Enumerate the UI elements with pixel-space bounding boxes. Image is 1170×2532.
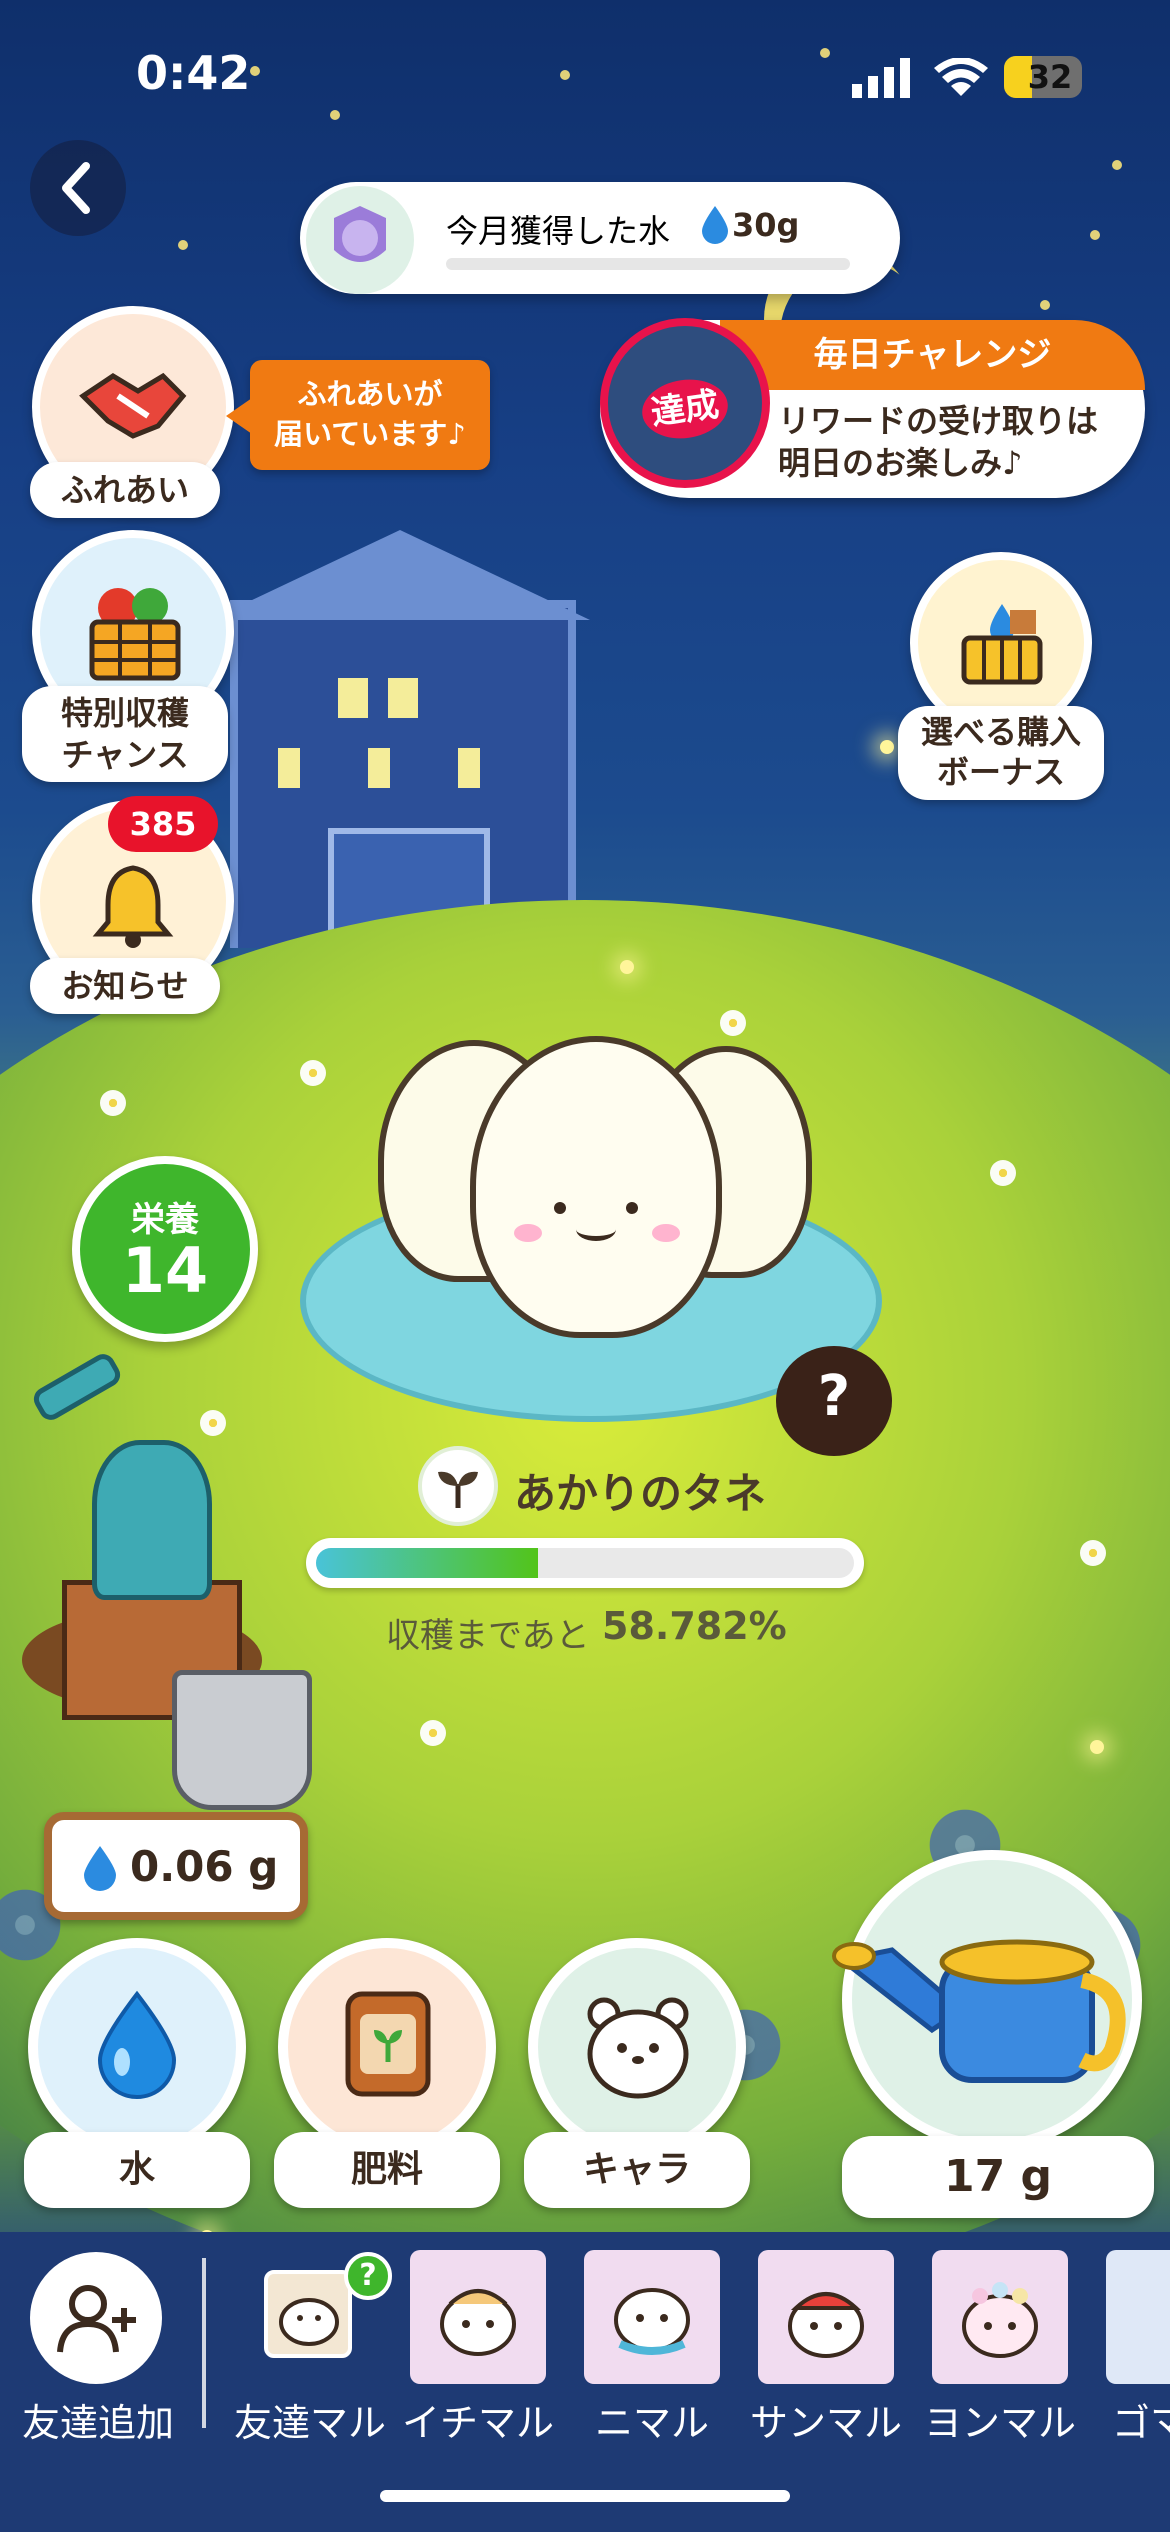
barn-roof (210, 530, 590, 620)
add-friend-button[interactable] (30, 2252, 162, 2384)
character-gomaru[interactable] (1106, 2250, 1170, 2384)
water-button[interactable] (28, 1938, 246, 2156)
achieved-stamp: 達成 (638, 374, 732, 444)
add-friend-label: 友達追加 (21, 2401, 174, 2445)
watering-can-icon (832, 1939, 1126, 2083)
star-decoration (250, 66, 260, 76)
seed-character-main[interactable] (470, 1036, 722, 1338)
character-label[interactable]: キャラ (524, 2132, 750, 2208)
water-pump-decoration[interactable] (22, 1349, 322, 1810)
hamster-icon (962, 2282, 1038, 2358)
star-decoration (1040, 300, 1050, 310)
star-decoration (1090, 230, 1100, 240)
watering-can-button[interactable] (832, 1850, 1142, 2150)
crest-icon (306, 186, 414, 294)
flower-decoration (1080, 1540, 1106, 1566)
mystery-character[interactable]: ? (776, 1346, 892, 1456)
status-time: 0:42 (136, 46, 251, 100)
home-indicator (380, 2490, 790, 2502)
challenge-jar-icon: 達成 (600, 318, 770, 488)
harvest-remaining-value: 58.782% (602, 1604, 787, 1648)
harvest-progress-fill (316, 1548, 538, 1578)
character-ichimaru-label: イチマル (401, 2401, 554, 2445)
character-yonmaru-label: ヨンマル (923, 2401, 1076, 2445)
nutrition-badge[interactable]: 栄養 14 (72, 1156, 258, 1342)
star-decoration (330, 110, 340, 120)
tooltip-arrow (226, 398, 252, 434)
hamster-icon (279, 2298, 339, 2346)
firefly-decoration (1090, 1740, 1104, 1754)
battery-icon: 32 (1004, 56, 1082, 98)
sprout-icon (418, 1446, 498, 1526)
special-harvest-label: 特別収穫 チャンス (22, 686, 228, 782)
star-decoration (1112, 160, 1122, 170)
bell-icon (92, 865, 174, 948)
flower-decoration (720, 1010, 746, 1036)
daily-challenge-title: 毎日チャレンジ (720, 320, 1145, 390)
monthly-water-panel[interactable]: 今月獲得した水 30g (300, 182, 900, 294)
friend-mal-label: 友達マル (233, 2401, 386, 2445)
purchase-bonus-label: 選べる購入 ボーナス (898, 706, 1104, 800)
notice-label: お知らせ (30, 958, 220, 1014)
farm-screen: 0:42 32 今月獲得した水 30g ふれあい ふれあいが 届いています♪ 特… (0, 0, 1170, 2532)
hamster-icon (614, 2288, 690, 2355)
harvest-remaining-label: 収穫まであと (386, 1616, 590, 1656)
shopping-basket-icon (961, 604, 1043, 685)
harvest-progress-bar (306, 1538, 864, 1588)
water-drop-icon (97, 1990, 177, 2099)
back-button[interactable] (30, 140, 126, 236)
signal-icon (852, 58, 916, 102)
hamster-icon (440, 2289, 516, 2356)
divider (202, 2258, 206, 2428)
character-nimaru[interactable] (584, 2250, 720, 2384)
barn-decoration (230, 600, 576, 954)
friend-mal-slot[interactable] (264, 2270, 352, 2358)
character-nimaru-label: ニマル (594, 2401, 709, 2445)
monthly-water-label: 今月獲得した水 (446, 212, 671, 250)
water-drop-icon (700, 204, 730, 248)
character-yonmaru[interactable] (932, 2250, 1068, 2384)
water-stock-value: 0.06 g (130, 1842, 279, 1891)
star-decoration (560, 70, 570, 80)
fureai-tooltip[interactable]: ふれあいが 届いています♪ (250, 360, 490, 470)
flower-decoration (100, 1090, 126, 1116)
star-decoration (820, 48, 830, 58)
character-ichimaru[interactable] (410, 2250, 546, 2384)
add-user-icon (57, 2285, 136, 2353)
monthly-water-progress (446, 258, 850, 270)
hamster-icon (587, 1997, 689, 2099)
monthly-water-amount: 30g (732, 206, 800, 244)
firefly-decoration (620, 960, 634, 974)
hamster-icon (788, 2292, 864, 2358)
flower-decoration (990, 1160, 1016, 1186)
water-label[interactable]: 水 (24, 2132, 250, 2208)
mystery-mark: ? (817, 1364, 851, 1429)
flower-decoration (420, 1720, 446, 1746)
handshake-icon (79, 372, 187, 439)
fertilizer-label[interactable]: 肥料 (274, 2132, 500, 2208)
fertilizer-button[interactable] (278, 1938, 496, 2156)
flower-decoration (300, 1060, 326, 1086)
character-button[interactable] (528, 1938, 746, 2156)
water-drop-icon (84, 1846, 116, 1891)
character-sanmaru[interactable] (758, 2250, 894, 2384)
friend-question-badge: ? (344, 2252, 392, 2300)
fureai-label: ふれあい (30, 462, 220, 518)
watering-can-amount: 17 g (842, 2136, 1154, 2218)
character-gomaru-label: ゴマル (1112, 2401, 1170, 2445)
wifi-icon (934, 57, 988, 102)
character-sanmaru-label: サンマル (749, 2401, 902, 2445)
water-stock-panel: 0.06 g (44, 1812, 308, 1920)
firefly-decoration (880, 740, 894, 754)
plant-name: あかりのタネ (514, 1469, 767, 1518)
basket-icon (89, 588, 181, 681)
chevron-left-icon (62, 162, 90, 214)
notice-badge: 385 (108, 796, 218, 852)
battery-level: 32 (1027, 58, 1073, 96)
fertilizer-bag-icon (345, 1991, 431, 2097)
nutrition-value: 14 (121, 1234, 209, 1307)
star-decoration (178, 240, 188, 250)
daily-challenge-text: リワードの受け取りは 明日のお楽しみ♪ (778, 402, 1099, 482)
